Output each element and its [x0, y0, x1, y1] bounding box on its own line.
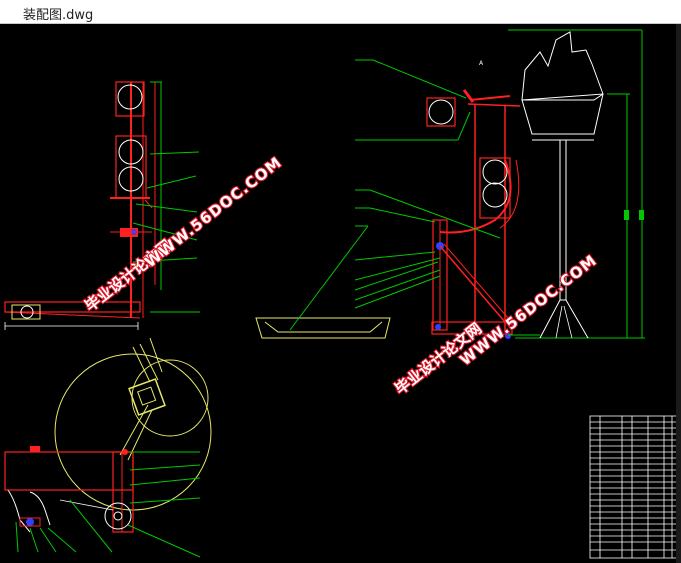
cad-viewer-window: 装配图.dwg A 毕业设计论文网 WWW.56DOC.COM 毕业设计论文网 …: [0, 0, 681, 563]
drawing-svg: A 毕业设计论文网 WWW.56DOC.COM 毕业设计论文网 WWW.56DO…: [4, 29, 681, 559]
vertical-scrollbar[interactable]: [676, 24, 681, 563]
drawing-canvas[interactable]: A 毕业设计论文网 WWW.56DOC.COM 毕业设计论文网 WWW.56DO…: [0, 24, 681, 563]
watermark-url-text-2: WWW.56DOC.COM: [456, 251, 600, 369]
view-label-a: A: [479, 60, 484, 67]
watermark-url-1: WWW.56DOC.COM: [140, 152, 286, 272]
right-assembly: A: [255, 29, 645, 339]
watermark-url-2: WWW.56DOC.COM: [455, 250, 601, 370]
watermark-url-text-1: WWW.56DOC.COM: [141, 153, 285, 271]
file-title: 装配图.dwg: [23, 8, 94, 23]
title-block-table: [589, 415, 681, 559]
left-bottom-assembly: [4, 337, 212, 558]
title-bar: 装配图.dwg: [0, 0, 681, 24]
